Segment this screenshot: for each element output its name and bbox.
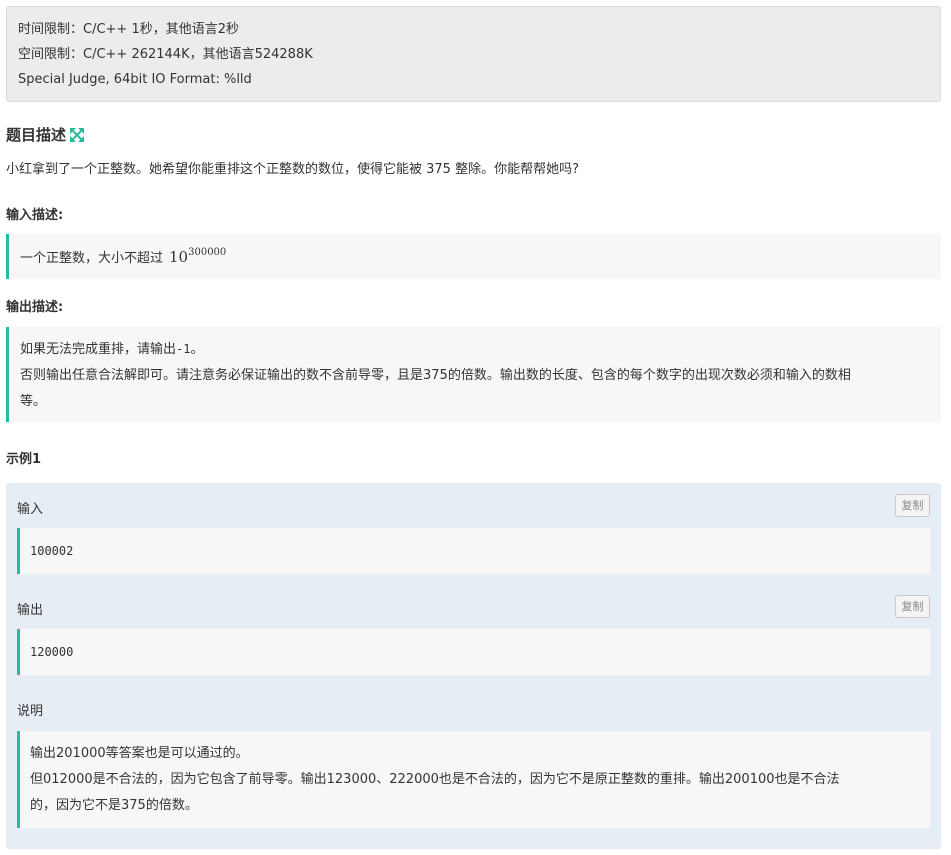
example-input-label: 输入 xyxy=(17,502,44,517)
copy-input-button[interactable]: 复制 xyxy=(895,494,930,517)
judge-info: Special Judge, 64bit IO Format: %lld xyxy=(18,72,252,87)
time-limit: 时间限制：C/C++ 1秒，其他语言2秒 xyxy=(18,22,239,37)
output-line-3: 等。 xyxy=(20,394,47,409)
output-line-1: 如果无法完成重排，请输出-1。 xyxy=(20,342,204,357)
example-box: 输入 复制 100002 输出 复制 120000 说明 输出201000等答案… xyxy=(6,483,941,849)
explain-line-2: 但012000是不合法的，因为它包含了前导零。输出123000、222000也是… xyxy=(30,772,840,787)
output-line-2: 否则输出任意合法解即可。请注意务必保证输出的数不含前导零，且是375的倍数。输出… xyxy=(20,368,851,383)
space-limit: 空间限制：C/C++ 262144K，其他语言524288K xyxy=(18,47,313,62)
explain-line-1: 输出201000等答案也是可以通过的。 xyxy=(30,746,249,761)
output-description: 如果无法完成重排，请输出-1。 否则输出任意合法解即可。请注意务必保证输出的数不… xyxy=(6,327,941,422)
example-output-label: 输出 xyxy=(17,603,44,618)
input-math: 10300000 xyxy=(169,247,227,266)
output-heading: 输出描述: xyxy=(6,300,64,315)
problem-title-text: 题目描述 xyxy=(6,126,67,144)
input-heading: 输入描述: xyxy=(6,208,64,223)
limits-panel: 时间限制：C/C++ 1秒，其他语言2秒 空间限制：C/C++ 262144K，… xyxy=(6,6,941,102)
input-text: 一个正整数，大小不超过 xyxy=(20,251,164,266)
problem-description: 小红拿到了一个正整数。她希望你能重排这个正整数的数位，使得它能被 375 整除。… xyxy=(6,162,579,177)
expand-arrows-icon[interactable] xyxy=(70,127,85,142)
example-explanation: 输出201000等答案也是可以通过的。 但012000是不合法的，因为它包含了前… xyxy=(17,731,930,828)
example-input-value: 100002 xyxy=(17,528,930,574)
example-explain-label: 说明 xyxy=(17,704,44,719)
explain-line-3: 的，因为它不是375的倍数。 xyxy=(30,798,198,813)
input-description: 一个正整数，大小不超过 10300000 xyxy=(6,234,941,279)
output-code: -1 xyxy=(176,342,191,356)
example-heading: 示例1 xyxy=(6,452,42,467)
problem-title: 题目描述 xyxy=(6,124,85,145)
copy-output-button[interactable]: 复制 xyxy=(895,595,930,618)
example-output-value: 120000 xyxy=(17,629,930,675)
